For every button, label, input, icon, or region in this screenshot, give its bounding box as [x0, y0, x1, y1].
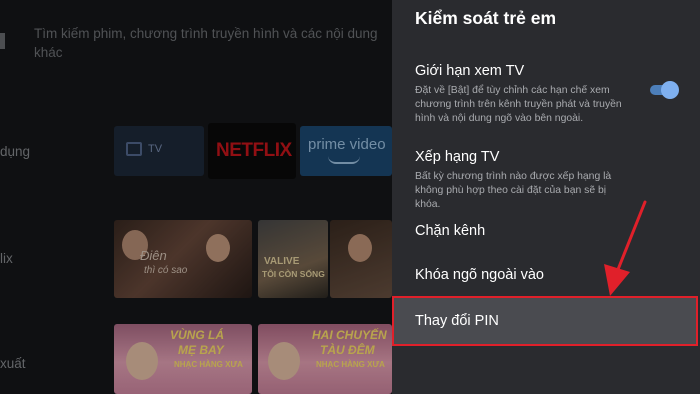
menu-item-label: Xếp hạng TV [415, 149, 500, 165]
poster-title-line1: Điên [140, 248, 167, 263]
prime-video-app-tile[interactable]: prime video [300, 126, 392, 176]
poster-title-line2: TÔI CÒN SỐNG [262, 269, 325, 279]
annotation-arrow-icon [604, 200, 647, 296]
actor-face-image [206, 234, 230, 262]
netflix-logo: NETFLIX [216, 140, 292, 161]
poster-thumbnail[interactable] [330, 220, 392, 298]
nav-item-apps[interactable]: dụng [0, 144, 30, 159]
viewing-limit-toggle[interactable] [650, 81, 679, 99]
prime-smile-icon [328, 156, 360, 164]
poster-dien-thi-co-sao[interactable]: Điên thì có sao [114, 220, 252, 298]
poster-valive[interactable]: VALIVE TÔI CÒN SỐNG [258, 220, 328, 298]
panel-title: Kiểm soát trẻ em [415, 8, 557, 28]
menu-item-change-pin[interactable]: Thay đổi PIN [392, 296, 698, 346]
poster-title-line1: VÙNG LÁ [170, 328, 224, 342]
singer-face-image [268, 342, 300, 380]
menu-item-label: Chặn kênh [415, 223, 486, 239]
poster-title-line2: MẸ BAY [178, 343, 224, 357]
poster-title-line1: HAI CHUYẾN [312, 328, 387, 342]
menu-item-external-input-lock[interactable]: Khóa ngõ ngoài vào [392, 258, 700, 294]
menu-item-label: Giới hạn xem TV [415, 63, 525, 79]
poster-subtitle: NHẠC HÀNG XƯA [316, 360, 385, 369]
menu-item-block-channels[interactable]: Chặn kênh [392, 214, 700, 250]
tv-app-tile[interactable]: TV [114, 126, 204, 176]
poster-title-line2: thì có sao [144, 265, 188, 276]
menu-item-tv-viewing-limit[interactable]: Giới hạn xem TV Đặt về [Bật] để tùy chỉn… [392, 56, 700, 128]
search-focus-indicator [0, 33, 5, 49]
menu-item-label: Thay đổi PIN [415, 313, 499, 329]
search-hint-text[interactable]: Tìm kiếm phim, chương trình truyền hình … [34, 24, 390, 62]
prime-video-logo: prime video [308, 136, 386, 153]
poster-vung-la-me-bay[interactable]: VÙNG LÁ MẸ BAY NHẠC HÀNG XƯA [114, 324, 252, 394]
menu-item-tv-rating[interactable]: Xếp hạng TV Bất kỳ chương trình nào được… [392, 140, 700, 210]
nav-item-featured[interactable]: xuất [0, 356, 26, 371]
menu-item-description: Đặt về [Bật] để tùy chỉnh các hạn chế xe… [415, 85, 622, 124]
singer-face-image [126, 342, 158, 380]
nav-item-netflix[interactable]: lix [0, 251, 13, 266]
poster-title-line2: TÀU ĐÊM [320, 343, 375, 357]
toggle-thumb [661, 81, 679, 99]
actor-face-image [348, 234, 372, 262]
poster-subtitle: NHẠC HÀNG XƯA [174, 360, 243, 369]
tv-icon [126, 142, 142, 156]
netflix-app-tile[interactable]: NETFLIX [208, 123, 296, 179]
poster-hai-chuyen-tau-dem[interactable]: HAI CHUYẾN TÀU ĐÊM NHẠC HÀNG XƯA [258, 324, 392, 394]
menu-item-label: Khóa ngõ ngoài vào [415, 267, 544, 283]
poster-title-line1: VALIVE [264, 256, 300, 267]
home-screen-background: Tìm kiếm phim, chương trình truyền hình … [0, 0, 392, 394]
tv-app-label: TV [148, 143, 163, 155]
